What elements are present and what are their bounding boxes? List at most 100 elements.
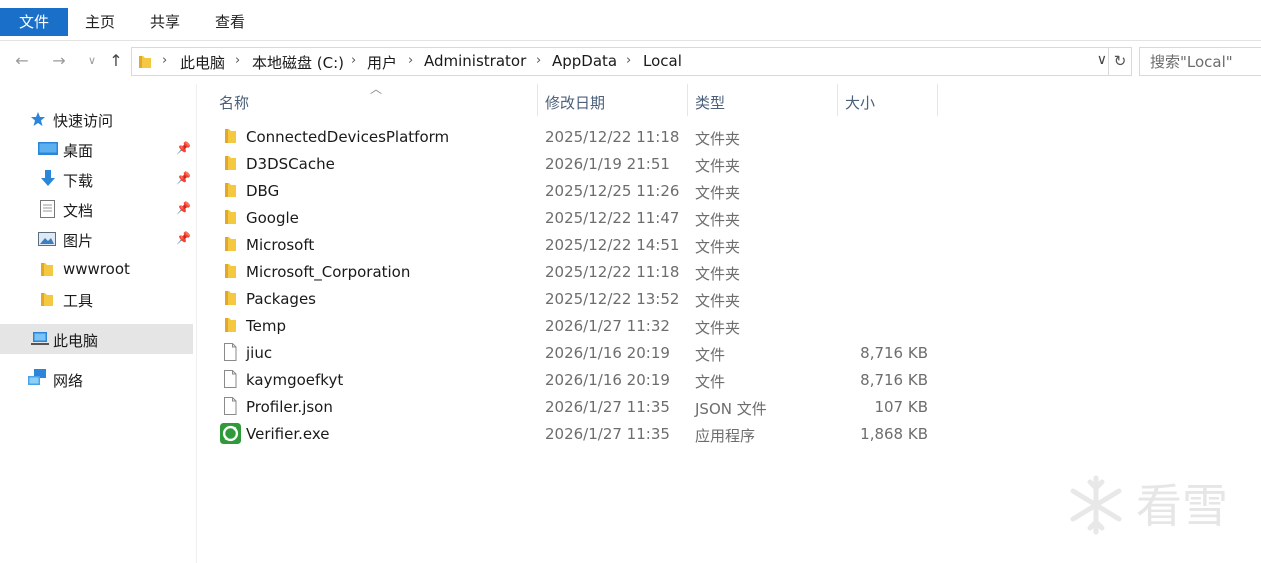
pin-icon[interactable]: 📌 [176,141,191,155]
nav-label: 工具 [63,292,94,310]
chevron-down-icon[interactable]: ∨ [1097,52,1107,68]
crumb-this-pc[interactable]: 此电脑 [180,52,225,73]
folder-icon [225,264,236,278]
folder-icon [225,183,236,197]
column-divider[interactable] [937,84,938,116]
nav-downloads[interactable]: 下载 📌 [0,164,193,194]
crumb-users[interactable]: 用户 [367,52,397,73]
file-type: 文件 [695,373,726,391]
column-divider[interactable] [687,84,688,116]
file-name: ConnectedDevicesPlatform [246,128,450,146]
file-row[interactable]: Microsoft_Corporation 2025/12/22 11:18 文件夹 [215,259,945,286]
nav-label: 桌面 [63,142,94,160]
file-row[interactable]: DBG 2025/12/25 11:26 文件夹 [215,178,945,205]
back-arrow-icon[interactable]: ← [11,50,33,72]
file-type: 文件夹 [695,130,741,148]
pin-icon[interactable]: 📌 [176,201,191,215]
file-row[interactable]: Temp 2026/1/27 11:32 文件夹 [215,313,945,340]
file-name: Verifier.exe [246,425,330,443]
pin-icon[interactable]: 📌 [176,171,191,185]
up-arrow-icon[interactable]: ↑ [105,50,127,72]
folder-icon [225,129,236,143]
crumb-local[interactable]: Local [643,52,682,70]
folder-icon [41,293,53,306]
address-bar[interactable]: › 此电脑 › 本地磁盘 (C:) › 用户 › Administrator ›… [131,47,1132,76]
network-icon [28,369,46,385]
crumb-local-disk[interactable]: 本地磁盘 (C:) [252,52,344,73]
forward-arrow-icon[interactable]: → [48,50,70,72]
navigation-pane: 快速访问 桌面 📌 下载 📌 文档 📌 图片 📌 wwwroot 工具 此电脑 … [0,84,197,563]
crumb-administrator[interactable]: Administrator [424,52,526,70]
nav-this-pc[interactable]: 此电脑 [0,324,193,354]
file-type: 文件夹 [695,292,741,310]
ribbon: 文件 主页 共享 查看 [0,0,1261,41]
column-divider[interactable] [837,84,838,116]
column-header-label: 大小 [845,94,876,112]
file-icon [224,370,237,388]
file-row[interactable]: Profiler.json 2026/1/27 11:35 JSON 文件 107 K… [215,394,945,421]
file-type: 文件夹 [695,238,741,256]
tab-file[interactable]: 文件 [0,8,68,36]
chevron-right-icon[interactable]: › [408,53,413,68]
file-date: 2026/1/19 21:51 [545,155,670,173]
chevron-right-icon[interactable]: › [351,53,356,68]
refresh-icon[interactable]: ↻ [1108,48,1131,75]
nav-desktop[interactable]: 桌面 📌 [0,134,193,164]
column-header-type[interactable]: 类型 [695,86,837,116]
tab-home[interactable]: 主页 [85,8,115,36]
file-row[interactable]: ConnectedDevicesPlatform 2025/12/22 11:18… [215,124,945,151]
file-type: 文件夹 [695,157,741,175]
nav-wwwroot[interactable]: wwwroot [0,254,193,284]
crumb-appdata[interactable]: AppData [552,52,617,70]
chevron-right-icon: › [162,53,168,68]
column-header-date[interactable]: 修改日期 [545,86,687,116]
nav-network[interactable]: 网络 [0,364,193,394]
search-box[interactable] [1139,47,1261,76]
tab-view[interactable]: 查看 [215,8,245,36]
nav-label: 下载 [63,172,94,190]
file-type: 文件夹 [695,211,741,229]
file-name: Microsoft_Corporation [246,263,411,281]
chevron-right-icon[interactable]: › [235,53,240,68]
file-row[interactable]: Verifier.exe 2026/1/27 11:35 应用程序 1,868 KB [215,421,945,448]
file-row[interactable]: Microsoft 2025/12/22 14:51 文件夹 [215,232,945,259]
nav-quick-access[interactable]: 快速访问 [0,104,193,134]
nav-pictures[interactable]: 图片 📌 [0,224,193,254]
folder-icon [225,156,236,170]
file-name: Profiler.json [246,398,333,416]
column-header-label: 名称 [219,94,250,112]
column-divider[interactable] [537,84,538,116]
chevron-right-icon[interactable]: › [536,53,541,68]
file-type: 文件夹 [695,184,741,202]
file-icon [224,397,237,415]
folder-icon [225,318,236,332]
column-header-label: 修改日期 [545,94,606,112]
nav-documents[interactable]: 文档 📌 [0,194,193,224]
file-row[interactable]: Packages 2025/12/22 13:52 文件夹 [215,286,945,313]
file-date: 2026/1/16 20:19 [545,344,670,362]
file-date: 2025/12/25 11:26 [545,182,680,200]
search-input[interactable] [1148,52,1261,72]
folder-icon [139,56,151,68]
nav-tools[interactable]: 工具 [0,284,193,314]
column-header-name[interactable]: 名称 [219,86,537,116]
pin-icon[interactable]: 📌 [176,231,191,245]
file-type: 应用程序 [695,427,756,445]
chevron-right-icon[interactable]: › [626,53,631,68]
file-row[interactable]: Google 2025/12/22 11:47 文件夹 [215,205,945,232]
folder-icon [41,263,53,276]
file-date: 2025/12/22 11:47 [545,209,680,227]
tab-share[interactable]: 共享 [150,8,180,36]
desktop-icon [38,142,58,155]
star-icon [31,112,45,126]
file-date: 2026/1/27 11:35 [545,425,670,443]
recent-dropdown-icon[interactable]: ∨ [81,50,103,72]
file-name: D3DSCache [246,155,335,173]
computer-icon [31,332,49,345]
file-row[interactable]: jiuc 2026/1/16 20:19 文件 8,716 KB [215,340,945,367]
file-date: 2026/1/27 11:35 [545,398,670,416]
column-header-size[interactable]: 大小 [845,86,937,116]
file-row[interactable]: D3DSCache 2026/1/19 21:51 文件夹 [215,151,945,178]
file-row[interactable]: kaymgoefkyt 2026/1/16 20:19 文件 8,716 KB [215,367,945,394]
snowflake-logo-icon: 看雪 [1070,475,1228,535]
